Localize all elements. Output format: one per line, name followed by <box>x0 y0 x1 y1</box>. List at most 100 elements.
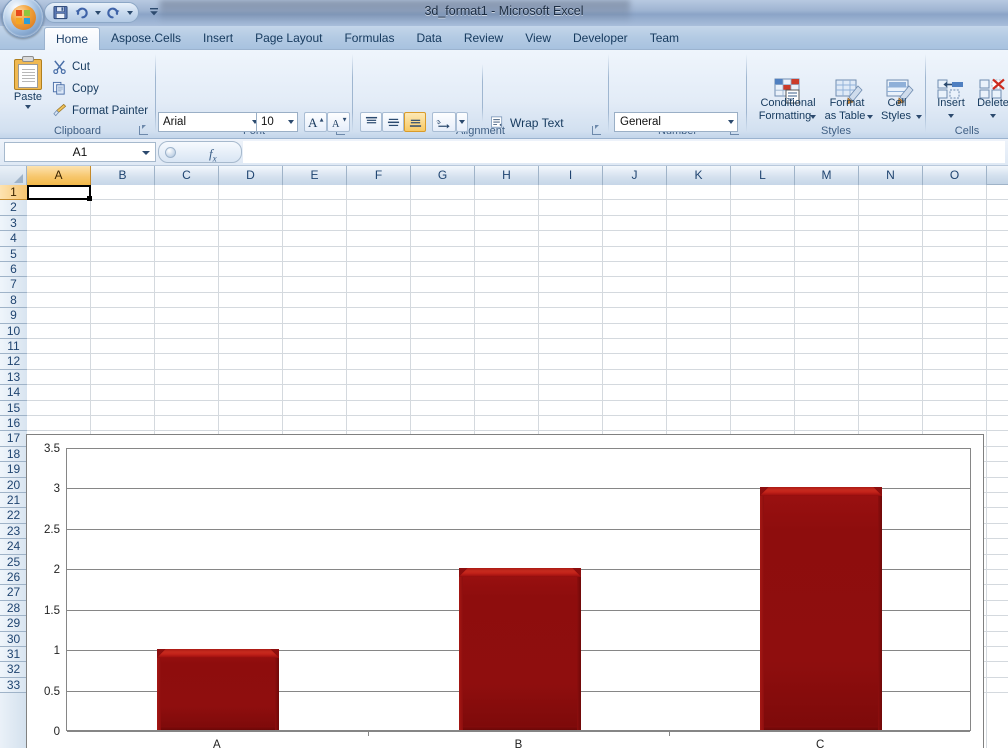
redo-dropdown-icon[interactable] <box>125 4 134 21</box>
column-header-l[interactable]: L <box>731 166 795 185</box>
insert-function-icon[interactable]: fx <box>209 146 217 164</box>
select-all-corner[interactable] <box>0 166 27 185</box>
formula-input[interactable] <box>243 141 1005 163</box>
row-header-1[interactable]: 1 <box>0 185 27 201</box>
column-header-f[interactable]: F <box>347 166 411 185</box>
insert-cells-button[interactable]: Insert <box>930 56 970 126</box>
orientation-dropdown-icon[interactable] <box>456 112 468 132</box>
row-header-25[interactable]: 25 <box>0 554 27 570</box>
column-header-o[interactable]: O <box>923 166 987 185</box>
column-header-e[interactable]: E <box>283 166 347 185</box>
row-header-2[interactable]: 2 <box>0 200 27 216</box>
delete-cells-button[interactable]: Delete <box>972 56 1008 126</box>
row-header-8[interactable]: 8 <box>0 292 27 309</box>
insert-cells-dropdown-icon[interactable] <box>948 114 954 118</box>
row-header-17[interactable]: 17 <box>0 431 27 447</box>
row-header-11[interactable]: 11 <box>0 339 27 355</box>
row-header-22[interactable]: 22 <box>0 508 27 524</box>
tab-insert[interactable]: Insert <box>192 27 244 50</box>
grow-font-button[interactable]: A <box>304 112 327 132</box>
column-header-j[interactable]: J <box>603 166 667 185</box>
chart-bar-a[interactable] <box>157 649 279 730</box>
customize-quick-access-toolbar-icon[interactable] <box>146 4 162 20</box>
row-header-10[interactable]: 10 <box>0 323 27 339</box>
font-name-combobox[interactable]: Arial <box>158 112 262 132</box>
column-header-h[interactable]: H <box>475 166 539 185</box>
align-middle-button[interactable] <box>382 112 404 132</box>
chart-bar-b[interactable] <box>459 568 581 730</box>
row-header-21[interactable]: 21 <box>0 493 27 509</box>
format-as-table-button[interactable]: Format as Table <box>822 56 874 126</box>
row-header-29[interactable]: 29 <box>0 616 27 632</box>
tab-data[interactable]: Data <box>405 27 452 50</box>
tab-review[interactable]: Review <box>453 27 514 50</box>
column-header-n[interactable]: N <box>859 166 923 185</box>
row-header-4[interactable]: 4 <box>0 231 27 247</box>
font-size-combobox[interactable]: 10 <box>256 112 298 132</box>
paste-dropdown-icon[interactable] <box>25 105 31 109</box>
tab-team[interactable]: Team <box>639 27 690 50</box>
column-header-i[interactable]: I <box>539 166 603 185</box>
conditional-formatting-button[interactable]: Conditional Formatting <box>755 56 819 126</box>
row-header-23[interactable]: 23 <box>0 523 27 540</box>
align-bottom-button[interactable] <box>404 112 426 132</box>
row-header-16[interactable]: 16 <box>0 416 27 432</box>
undo-icon[interactable] <box>72 4 91 21</box>
row-header-30[interactable]: 30 <box>0 631 27 647</box>
redo-icon[interactable] <box>104 4 123 21</box>
row-header-18[interactable]: 18 <box>0 446 27 463</box>
row-header-24[interactable]: 24 <box>0 539 27 555</box>
row-header-5[interactable]: 5 <box>0 246 27 262</box>
undo-dropdown-icon[interactable] <box>93 4 102 21</box>
tab-formulas[interactable]: Formulas <box>333 27 405 50</box>
row-header-19[interactable]: 19 <box>0 462 27 478</box>
column-header-b[interactable]: B <box>91 166 155 185</box>
chevron-down-icon[interactable] <box>288 120 294 124</box>
clipboard-dialog-launcher[interactable] <box>137 124 149 136</box>
delete-cells-dropdown-icon[interactable] <box>990 114 996 118</box>
column-header-a[interactable]: A <box>27 166 91 185</box>
column-header-c[interactable]: C <box>155 166 219 185</box>
align-top-button[interactable] <box>360 112 382 132</box>
formula-bar-buttons[interactable]: fx <box>158 141 242 164</box>
column-header-m[interactable]: M <box>795 166 859 185</box>
row-header-28[interactable]: 28 <box>0 600 27 617</box>
row-header-9[interactable]: 9 <box>0 308 27 324</box>
alignment-dialog-launcher[interactable] <box>590 124 602 136</box>
row-header-14[interactable]: 14 <box>0 385 27 401</box>
cell-styles-dropdown-icon[interactable] <box>916 115 922 119</box>
row-header-13[interactable]: 13 <box>0 369 27 386</box>
tab-developer[interactable]: Developer <box>562 27 639 50</box>
chart-object[interactable]: 0 0.5 1 1.5 2 2.5 3 3.5 A B C <box>26 434 984 748</box>
row-header-3[interactable]: 3 <box>0 215 27 232</box>
row-header-32[interactable]: 32 <box>0 662 27 678</box>
chevron-down-icon[interactable] <box>728 120 734 124</box>
column-header-d[interactable]: D <box>219 166 283 185</box>
wrap-text-button[interactable]: Wrap Text <box>490 114 564 132</box>
row-header-20[interactable]: 20 <box>0 477 27 493</box>
conditional-formatting-dropdown-icon[interactable] <box>810 115 816 119</box>
fill-handle[interactable] <box>87 196 92 202</box>
row-header-6[interactable]: 6 <box>0 262 27 278</box>
row-header-12[interactable]: 12 <box>0 354 27 370</box>
orientation-button[interactable]: a <box>432 112 456 132</box>
chart-bar-c[interactable] <box>760 487 882 730</box>
cell-styles-button[interactable]: Cell Styles <box>876 56 922 126</box>
paste-button[interactable]: Paste <box>8 54 48 120</box>
quick-access-toolbar[interactable] <box>44 2 139 23</box>
shrink-font-button[interactable]: A <box>327 112 350 132</box>
tab-page-layout[interactable]: Page Layout <box>244 27 333 50</box>
save-icon[interactable] <box>51 4 70 21</box>
row-header-15[interactable]: 15 <box>0 400 27 416</box>
row-header-27[interactable]: 27 <box>0 585 27 601</box>
column-header-k[interactable]: K <box>667 166 731 185</box>
tab-home[interactable]: Home <box>44 27 101 51</box>
name-box[interactable]: A1 <box>4 142 156 162</box>
column-header-g[interactable]: G <box>411 166 475 185</box>
number-format-combobox[interactable]: General <box>614 112 738 132</box>
format-painter-button[interactable]: Format Painter <box>52 102 148 120</box>
tab-aspose-cells[interactable]: Aspose.Cells <box>100 27 192 50</box>
tab-view[interactable]: View <box>514 27 562 50</box>
row-header-31[interactable]: 31 <box>0 647 27 663</box>
name-box-dropdown-icon[interactable] <box>142 151 150 155</box>
